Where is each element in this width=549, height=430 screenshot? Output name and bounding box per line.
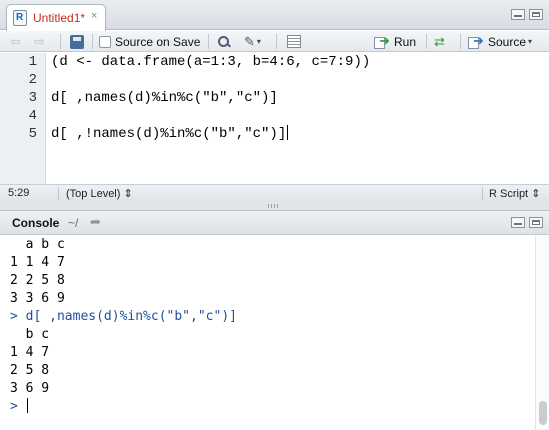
console-prompt-line[interactable]: > [10,398,28,416]
rstudio-window: R Untitled1* × ⇦ ⇨ Source on Save ✎ ▾ ➜ … [0,0,549,430]
minimize-pane-icon[interactable] [511,9,525,20]
tab-label: Untitled1* [33,11,86,25]
compile-notebook-button[interactable] [287,33,301,50]
line-number-gutter: 1 2 3 4 5 [0,53,46,184]
console-line: 2 5 8 [10,363,50,378]
source-button[interactable]: Source ▾ [468,33,532,50]
code-line-text: d[ ,!names(d)%in%c("b","c")] [51,126,287,142]
find-replace-button[interactable] [217,33,231,50]
save-icon [70,34,84,49]
source-on-save-checkbox[interactable] [99,35,111,48]
status-divider [58,187,59,200]
code-line[interactable]: (d <- data.frame(a=1:3, b=4:6, c=7:9)) [51,53,370,71]
close-tab-icon[interactable]: × [91,10,97,22]
run-icon [374,33,390,49]
console-pane: Console ~/ ➦ a b c 1 1 4 7 2 2 5 8 3 3 6… [0,210,549,430]
code-tools-button[interactable]: ✎ ▾ [244,33,261,50]
text-cursor [26,398,28,413]
arrow-left-icon: ⇦ [10,33,21,49]
status-divider [482,187,483,200]
file-type-selector[interactable]: R Script ⇕ [489,187,540,200]
save-button[interactable] [70,33,84,50]
console-line: 1 1 4 7 [10,255,65,270]
toolbar-divider [60,34,61,49]
toolbar-divider [92,34,93,49]
console-title: Console [12,216,60,230]
line-number: 4 [28,108,37,124]
console-command-line: > d[ ,names(d)%in%c("b","c")] [10,309,237,324]
toolbar-divider [208,34,209,49]
line-number: 1 [28,54,37,70]
run-label: Run [394,34,417,49]
scrollbar-thumb[interactable] [539,401,547,425]
console-line: 3 3 6 9 [10,291,65,306]
line-number: 5 [28,126,37,142]
code-line[interactable]: d[ ,names(d)%in%c("b","c")] [51,89,278,107]
source-editor-pane: R Untitled1* × ⇦ ⇨ Source on Save ✎ ▾ ➜ … [0,0,549,202]
source-icon [468,33,484,49]
r-script-icon: R [13,10,27,26]
maximize-pane-icon[interactable] [529,9,543,20]
chevron-down-icon: ▾ [528,37,533,46]
notebook-icon [287,35,301,48]
search-icon [217,35,231,49]
rerun-icon: ⇄ [434,33,445,49]
file-type-label: R Script [489,188,529,200]
forward-button[interactable]: ⇨ [34,33,45,50]
cursor-position: 5:29 [8,187,30,199]
console-line: b c [10,327,50,342]
run-button[interactable]: Run [374,33,416,50]
code-line-current[interactable]: d[ ,!names(d)%in%c("b","c")] [51,125,289,143]
console-scrollbar[interactable] [535,236,549,430]
console-output[interactable]: a b c 1 1 4 7 2 2 5 8 3 3 6 9 > d[ ,name… [0,236,533,430]
minimize-pane-icon[interactable] [511,217,525,228]
tab-untitled1[interactable]: R Untitled1* × [6,4,106,31]
line-number: 3 [28,90,37,106]
updown-chevron-icon: ⇕ [531,188,541,200]
console-prompt: > [10,399,18,414]
editor-toolbar: ⇦ ⇨ Source on Save ✎▾ Run ⇄ [0,31,549,52]
editor-statusbar: 5:29 (Top Level) ⇕ R Script ⇕ [0,184,549,202]
source-on-save-toggle[interactable]: Source on Save [99,33,200,50]
console-line: 2 2 5 8 [10,273,65,288]
console-line: a b c [10,237,65,252]
working-directory: ~/ [68,216,79,230]
maximize-pane-icon[interactable] [529,217,543,228]
console-line: 1 4 7 [10,345,50,360]
goto-directory-icon[interactable]: ➦ [90,214,101,230]
updown-chevron-icon: ⇕ [123,188,133,200]
text-cursor [287,125,289,140]
magic-wand-icon: ✎ [244,33,255,49]
line-number: 2 [28,72,37,88]
arrow-right-icon: ⇨ [34,33,45,49]
toolbar-divider [426,34,427,49]
back-button[interactable]: ⇦ [10,33,21,50]
source-label: Source [488,34,527,49]
console-header: Console ~/ ➦ [0,211,549,235]
console-line: 3 6 9 [10,381,50,396]
editor-tabbar: R Untitled1* × [0,0,549,31]
rerun-button[interactable]: ⇄ [434,33,445,50]
scope-selector[interactable]: (Top Level) ⇕ [66,187,133,200]
code-editor[interactable]: (d <- data.frame(a=1:3, b=4:6, c=7:9)) d… [51,53,541,184]
pane-splitter[interactable] [0,202,549,210]
scope-label: (Top Level) [66,188,121,200]
chevron-down-icon: ▾ [256,37,261,46]
toolbar-divider [460,34,461,49]
source-on-save-label: Source on Save [115,34,201,49]
toolbar-divider [276,34,277,49]
splitter-grip-icon [268,204,280,208]
